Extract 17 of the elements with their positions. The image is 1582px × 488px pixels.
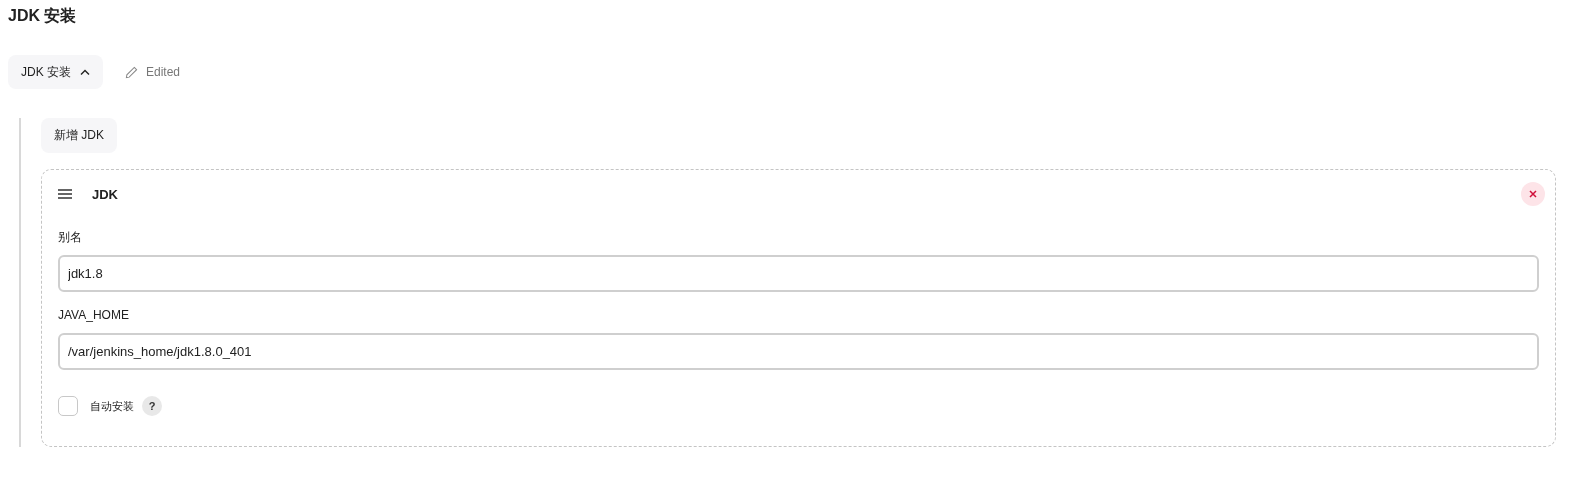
caret-icon [80,69,90,75]
checkbox-label: 自动安装 [90,398,134,414]
card-title: JDK [92,186,118,202]
delete-button[interactable] [1521,182,1545,206]
section-toggle[interactable]: JDK 安装 [8,55,103,89]
input-field[interactable]: jdk1.8 [58,255,1539,292]
checkbox[interactable] [58,396,78,416]
field-label: 别名 [58,229,83,246]
pencil-icon [125,65,138,79]
help-button[interactable]: ? [142,396,162,416]
input-field[interactable]: /var/jenkins_home/jdk1.8.0_401 [58,333,1539,370]
add-jdk-button[interactable]: 新增 JDK [41,118,117,153]
edited-status: Edited [146,65,181,79]
close-icon [1529,190,1537,198]
section-title: JDK 安装 [8,6,78,26]
drag-handle-icon[interactable] [58,189,72,199]
field-label: JAVA_HOME [58,307,130,324]
